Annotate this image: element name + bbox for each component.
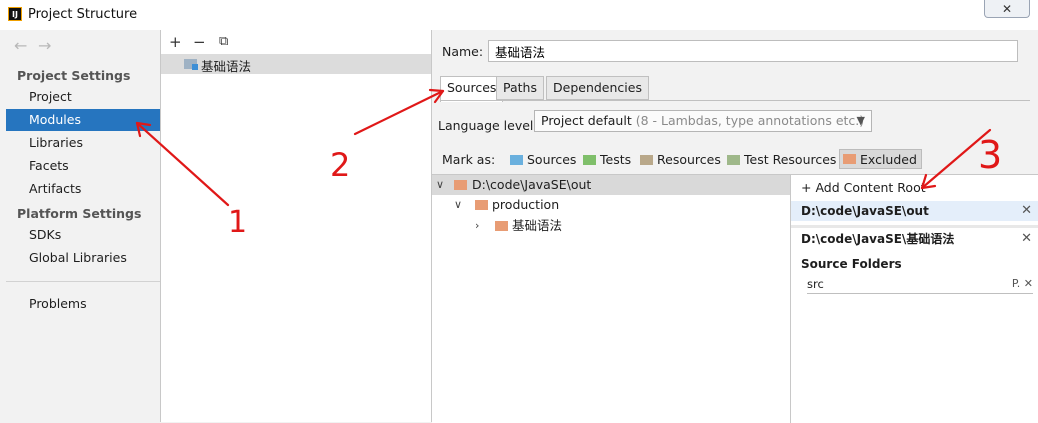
tree-node-out[interactable]: ∨ D:\code\JavaSE\out [432,175,790,195]
roots-separator [791,225,1038,228]
content-root-path: D:\code\JavaSE\out [801,204,929,218]
mark-resources-button[interactable]: Resources [640,150,721,170]
add-content-root-button[interactable]: + Add Content Root [801,180,926,195]
tab-divider [440,100,1030,101]
tree-node-production[interactable]: ∨ production [432,195,790,215]
excluded-folder-icon [843,154,856,164]
mark-sources-button[interactable]: Sources [510,150,576,170]
platform-settings-heading: Platform Settings [17,206,142,221]
source-folder-row[interactable]: src P. ✕ [807,277,1033,294]
tab-sources[interactable]: Sources [440,76,504,102]
modules-list-panel: + − ⧉ 基础语法 [161,30,432,422]
mark-excluded-label: Excluded [860,152,917,167]
sidebar-item-project[interactable]: Project [6,86,160,108]
content-folder-tree: ∨ D:\code\JavaSE\out ∨ production › 基础语法 [432,174,791,423]
tab-paths[interactable]: Paths [496,76,544,100]
chevron-right-icon[interactable]: › [475,216,479,236]
sidebar-item-sdks[interactable]: SDKs [6,224,160,246]
chevron-down-icon: ▼ [856,114,865,127]
language-level-select[interactable]: Project default (8 - Lambdas, type annot… [534,110,872,132]
module-list-item[interactable]: 基础语法 [161,54,431,74]
test-resources-folder-icon [727,155,740,165]
add-module-button[interactable]: + [169,33,182,51]
remove-source-icon[interactable]: ✕ [1024,277,1033,290]
settings-sidebar: ← → Project Settings Project Modules Lib… [0,30,161,422]
mark-as-label: Mark as: [442,152,496,167]
tree-node-label: 基础语法 [512,218,563,233]
tab-dependencies[interactable]: Dependencies [546,76,649,100]
sidebar-item-artifacts[interactable]: Artifacts [6,178,160,200]
mark-test-resources-label: Test Resources [744,152,837,167]
module-name-input[interactable] [488,40,1018,62]
module-name-label: 基础语法 [201,59,252,74]
chevron-down-icon[interactable]: ∨ [454,195,462,215]
back-arrow-icon[interactable]: ← [14,36,27,55]
sidebar-divider [6,281,160,282]
mark-sources-label: Sources [527,152,577,167]
remove-root-icon[interactable]: ✕ [1021,201,1032,221]
close-window-button[interactable]: ✕ [984,0,1030,18]
mark-excluded-button[interactable]: Excluded [839,149,922,169]
content-roots-panel: + Add Content Root D:\code\JavaSE\out ✕ … [791,174,1038,423]
language-level-label: Language level: [438,118,538,133]
content-root-path: D:\code\JavaSE\基础语法 [801,232,955,246]
sources-folder-icon [510,155,523,165]
excluded-folder-icon [495,221,508,231]
language-level-value: Project default [541,113,632,128]
source-folder-tools[interactable]: P. ✕ [1012,277,1033,290]
remove-root-icon[interactable]: ✕ [1021,229,1032,249]
copy-module-button[interactable]: ⧉ [219,34,228,49]
content-root-row[interactable]: D:\code\JavaSE\基础语法 ✕ [791,229,1038,249]
forward-arrow-icon[interactable]: → [38,36,51,55]
source-folder-name: src [807,277,824,291]
project-settings-heading: Project Settings [17,68,131,83]
module-folder-icon [184,59,198,70]
module-settings-panel: Name: Sources Paths Dependencies Languag… [432,30,1038,423]
tree-node-label: production [492,197,560,212]
tests-folder-icon [583,155,596,165]
content-root-row[interactable]: D:\code\JavaSE\out ✕ [791,201,1038,221]
source-folders-heading: Source Folders [801,257,902,271]
title-bar: IJ Project Structure ✕ [0,0,1038,31]
language-level-hint: (8 - Lambdas, type annotations etc.) [635,113,865,128]
sidebar-item-modules[interactable]: Modules [6,109,160,131]
sidebar-item-problems[interactable]: Problems [6,293,160,315]
window-title: Project Structure [28,7,138,22]
name-label: Name: [442,44,484,59]
tree-node-label: D:\code\JavaSE\out [472,177,592,192]
mark-tests-label: Tests [600,152,632,167]
resources-folder-icon [640,155,653,165]
mark-resources-label: Resources [657,152,721,167]
sidebar-item-libraries[interactable]: Libraries [6,132,160,154]
tree-node-module-output[interactable]: › 基础语法 [432,216,790,236]
excluded-folder-icon [454,180,467,190]
sidebar-item-global-libraries[interactable]: Global Libraries [6,247,160,269]
sidebar-item-facets[interactable]: Facets [6,155,160,177]
excluded-folder-icon [475,200,488,210]
mark-tests-button[interactable]: Tests [583,150,631,170]
mark-test-resources-button[interactable]: Test Resources [727,150,836,170]
remove-module-button[interactable]: − [193,33,206,51]
properties-icon[interactable]: P. [1012,277,1020,290]
chevron-down-icon[interactable]: ∨ [436,175,444,195]
intellij-app-icon: IJ [8,7,22,21]
